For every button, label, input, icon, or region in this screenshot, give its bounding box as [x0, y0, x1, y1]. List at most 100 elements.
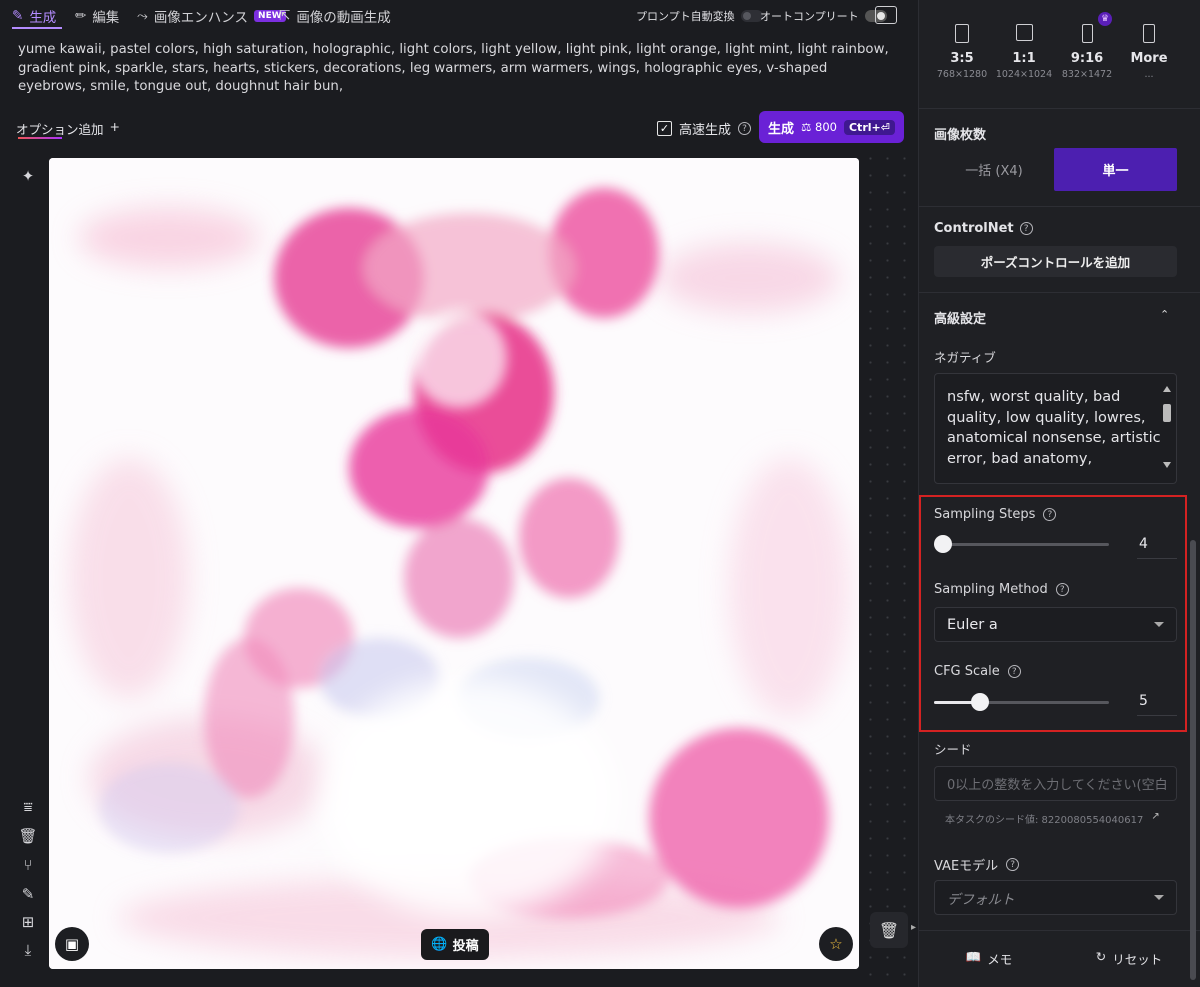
- textarea-scrollbar[interactable]: [1160, 386, 1173, 468]
- tab-edit-label: 編集: [92, 10, 120, 26]
- add-image-icon[interactable]: ⊞: [18, 912, 38, 932]
- ratio-option-more[interactable]: More ...: [1119, 24, 1179, 80]
- advanced-settings-text: 高級設定: [934, 312, 987, 327]
- globe-icon: 🌐: [431, 937, 448, 952]
- ratio-option-9-16[interactable]: 9:16 832×1472: [1057, 24, 1117, 80]
- advanced-settings-title[interactable]: 高級設定: [934, 308, 986, 327]
- seed-input[interactable]: 0以上の整数を入力してください(空白: [934, 766, 1177, 801]
- chevron-up-icon[interactable]: ⌃: [1160, 308, 1169, 321]
- post-label: 投稿: [452, 939, 479, 954]
- download-icon[interactable]: ⤓: [18, 940, 38, 960]
- delete-handle[interactable]: 🗑: [870, 912, 908, 948]
- tab-enhance[interactable]: ⤳ 画像エンハンス NEW: [137, 6, 286, 26]
- favorite-button[interactable]: ☆: [819, 927, 853, 961]
- portrait-ratio-icon: [955, 24, 969, 43]
- pencil-icon[interactable]: ✎: [18, 884, 38, 904]
- option-underline: [18, 137, 62, 139]
- plus-icon: +: [109, 119, 120, 134]
- image-info-button[interactable]: ▣: [55, 927, 89, 961]
- memo-button[interactable]: 📖 メモ: [919, 949, 1059, 968]
- cost-display: ⚖ 800: [801, 120, 837, 134]
- add-pose-control-button[interactable]: ポーズコントロールを追加: [934, 246, 1177, 277]
- coin-icon: ⚖: [801, 120, 812, 134]
- reuse-seed-icon[interactable]: ↗: [1151, 811, 1159, 826]
- help-icon[interactable]: ?: [738, 122, 752, 135]
- tab-video[interactable]: ⇱ 画像の動画生成: [279, 6, 391, 26]
- negative-prompt-text: nsfw, worst quality, bad quality, low qu…: [947, 389, 1161, 467]
- branch-icon[interactable]: ⑂: [18, 855, 38, 875]
- ratio-dim: 1024×1024: [995, 69, 1053, 80]
- negative-label: ネガティブ: [934, 350, 996, 365]
- collapse-arrow-icon[interactable]: ▸: [911, 922, 916, 933]
- scroll-up-icon[interactable]: [1163, 386, 1171, 392]
- fast-gen-label: 高速生成: [679, 123, 732, 138]
- trash-icon: 🗑: [878, 920, 900, 940]
- active-tab-underline: [12, 27, 62, 29]
- ratio-dim: ...: [1144, 69, 1154, 80]
- add-option-button[interactable]: オプション追加 +: [16, 119, 120, 138]
- ratio-dim: 832×1472: [1061, 69, 1113, 80]
- generate-button[interactable]: 生成 ⚖ 800 Ctrl+⏎: [759, 111, 904, 143]
- tab-enhance-label: 画像エンハンス: [153, 10, 249, 26]
- upscale-icon[interactable]: ⩸: [18, 797, 38, 817]
- vae-placeholder: デフォルト: [947, 891, 1015, 908]
- help-icon[interactable]: ?: [1006, 858, 1020, 871]
- post-button[interactable]: 🌐 投稿: [421, 929, 489, 960]
- help-icon[interactable]: ?: [1019, 222, 1033, 235]
- shortcut-badge: Ctrl+⏎: [843, 119, 895, 135]
- prompt-input[interactable]: yume kawaii, pastel colors, high saturat…: [18, 41, 898, 97]
- controlnet-title: ControlNet ?: [934, 221, 1033, 236]
- divider: [919, 292, 1200, 293]
- divider: [919, 206, 1200, 207]
- single-option[interactable]: 単一: [1054, 148, 1177, 191]
- more-ratio-icon: [1143, 24, 1155, 43]
- image-info-icon: ▣: [64, 935, 80, 953]
- ratio-label: 3:5: [950, 51, 974, 66]
- image-count-title: 画像枚数: [934, 124, 986, 143]
- enhance-icon: ⤳: [137, 8, 148, 24]
- settings-panel: 3:5 768×1280 1:1 1024×1024 9:16 832×1472…: [918, 0, 1200, 987]
- prompt-auto-convert-toggle[interactable]: プロンプト自動変換: [636, 8, 763, 24]
- seed-placeholder: 0以上の整数を入力してください(空白: [947, 778, 1168, 793]
- ratio-option-1-1[interactable]: 1:1 1024×1024: [994, 24, 1054, 80]
- video-export-icon: ⇱: [279, 8, 291, 24]
- image-count-title-text: 画像枚数: [934, 128, 987, 143]
- task-seed-text: 本タスクのシード値: 8220080554040617: [945, 815, 1144, 826]
- reset-button[interactable]: ↻ リセット: [1059, 949, 1199, 968]
- crown-icon: ♛: [1098, 12, 1112, 26]
- scroll-down-icon[interactable]: [1163, 462, 1171, 468]
- tab-generate-label: 生成: [29, 10, 57, 26]
- prompt-auto-convert-label: プロンプト自動変換: [636, 10, 735, 23]
- trash-icon[interactable]: 🗑: [18, 826, 38, 846]
- vae-label-text: VAEモデル: [934, 859, 999, 874]
- negative-prompt-input[interactable]: nsfw, worst quality, bad quality, low qu…: [934, 373, 1177, 484]
- panel-scrollbar[interactable]: [1190, 540, 1196, 980]
- dotted-background: [862, 150, 914, 980]
- tab-generate[interactable]: ✎ 生成: [12, 6, 56, 26]
- divider: [919, 108, 1200, 109]
- brush-icon: ✎: [12, 8, 24, 24]
- tab-edit[interactable]: ✏ 編集: [75, 6, 119, 26]
- batch-x4-option[interactable]: 一括 (X4): [934, 148, 1054, 191]
- scroll-thumb[interactable]: [1163, 404, 1171, 422]
- sparkle-icon[interactable]: ✦: [18, 166, 38, 186]
- star-icon: ☆: [829, 935, 843, 953]
- book-icon: 📖: [965, 949, 982, 964]
- ratio-dim: 768×1280: [936, 69, 988, 80]
- tab-video-label: 画像の動画生成: [296, 10, 391, 26]
- ratio-option-3-5[interactable]: 3:5 768×1280: [932, 24, 992, 80]
- autocomplete-label: オートコンプリート: [760, 10, 859, 23]
- autocomplete-toggle[interactable]: オートコンプリート: [760, 8, 887, 24]
- image-gallery-icon[interactable]: [875, 6, 897, 24]
- add-option-label: オプション追加: [16, 122, 104, 137]
- checkbox-icon[interactable]: ✓: [657, 121, 672, 136]
- reset-label: リセット: [1112, 952, 1163, 967]
- reset-icon: ↻: [1095, 949, 1107, 964]
- generated-image[interactable]: [49, 158, 859, 969]
- tall-ratio-icon: [1081, 24, 1093, 43]
- fast-gen-checkbox[interactable]: ✓ 高速生成 ?: [657, 119, 752, 138]
- vae-select[interactable]: デフォルト: [934, 880, 1177, 915]
- square-ratio-icon: [1015, 24, 1033, 41]
- highlight-box: [919, 495, 1187, 732]
- task-seed-info: 本タスクのシード値: 8220080554040617 ↗: [945, 811, 1160, 826]
